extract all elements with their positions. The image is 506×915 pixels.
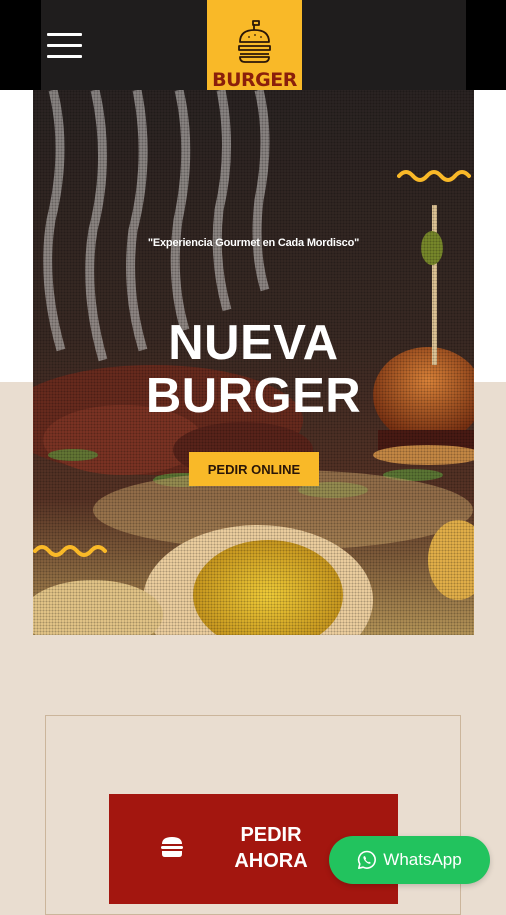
hero-title-line-2: BURGER — [145, 369, 362, 423]
hero-title-line-1: NUEVA — [168, 316, 339, 370]
whatsapp-icon — [358, 850, 377, 869]
whatsapp-button[interactable]: WhatsApp — [329, 836, 490, 884]
hero-title: NUEVA BURGER — [33, 317, 474, 423]
whatsapp-label: WhatsApp — [383, 850, 462, 869]
hamburger-menu-icon[interactable] — [47, 31, 83, 61]
order-online-button[interactable]: PEDIR ONLINE — [189, 452, 319, 486]
hero-banner: "Experiencia Gourmet en Cada Mordisco" N… — [33, 90, 474, 635]
decorative-squiggle-bottom — [33, 545, 107, 557]
logo-text: BURGER — [212, 69, 297, 91]
hero-tagline: "Experiencia Gourmet en Cada Mordisco" — [147, 237, 360, 249]
order-now-label: PEDIR AHORA — [234, 824, 308, 872]
decorative-squiggle-top — [397, 170, 471, 182]
burger-icon — [161, 837, 183, 857]
